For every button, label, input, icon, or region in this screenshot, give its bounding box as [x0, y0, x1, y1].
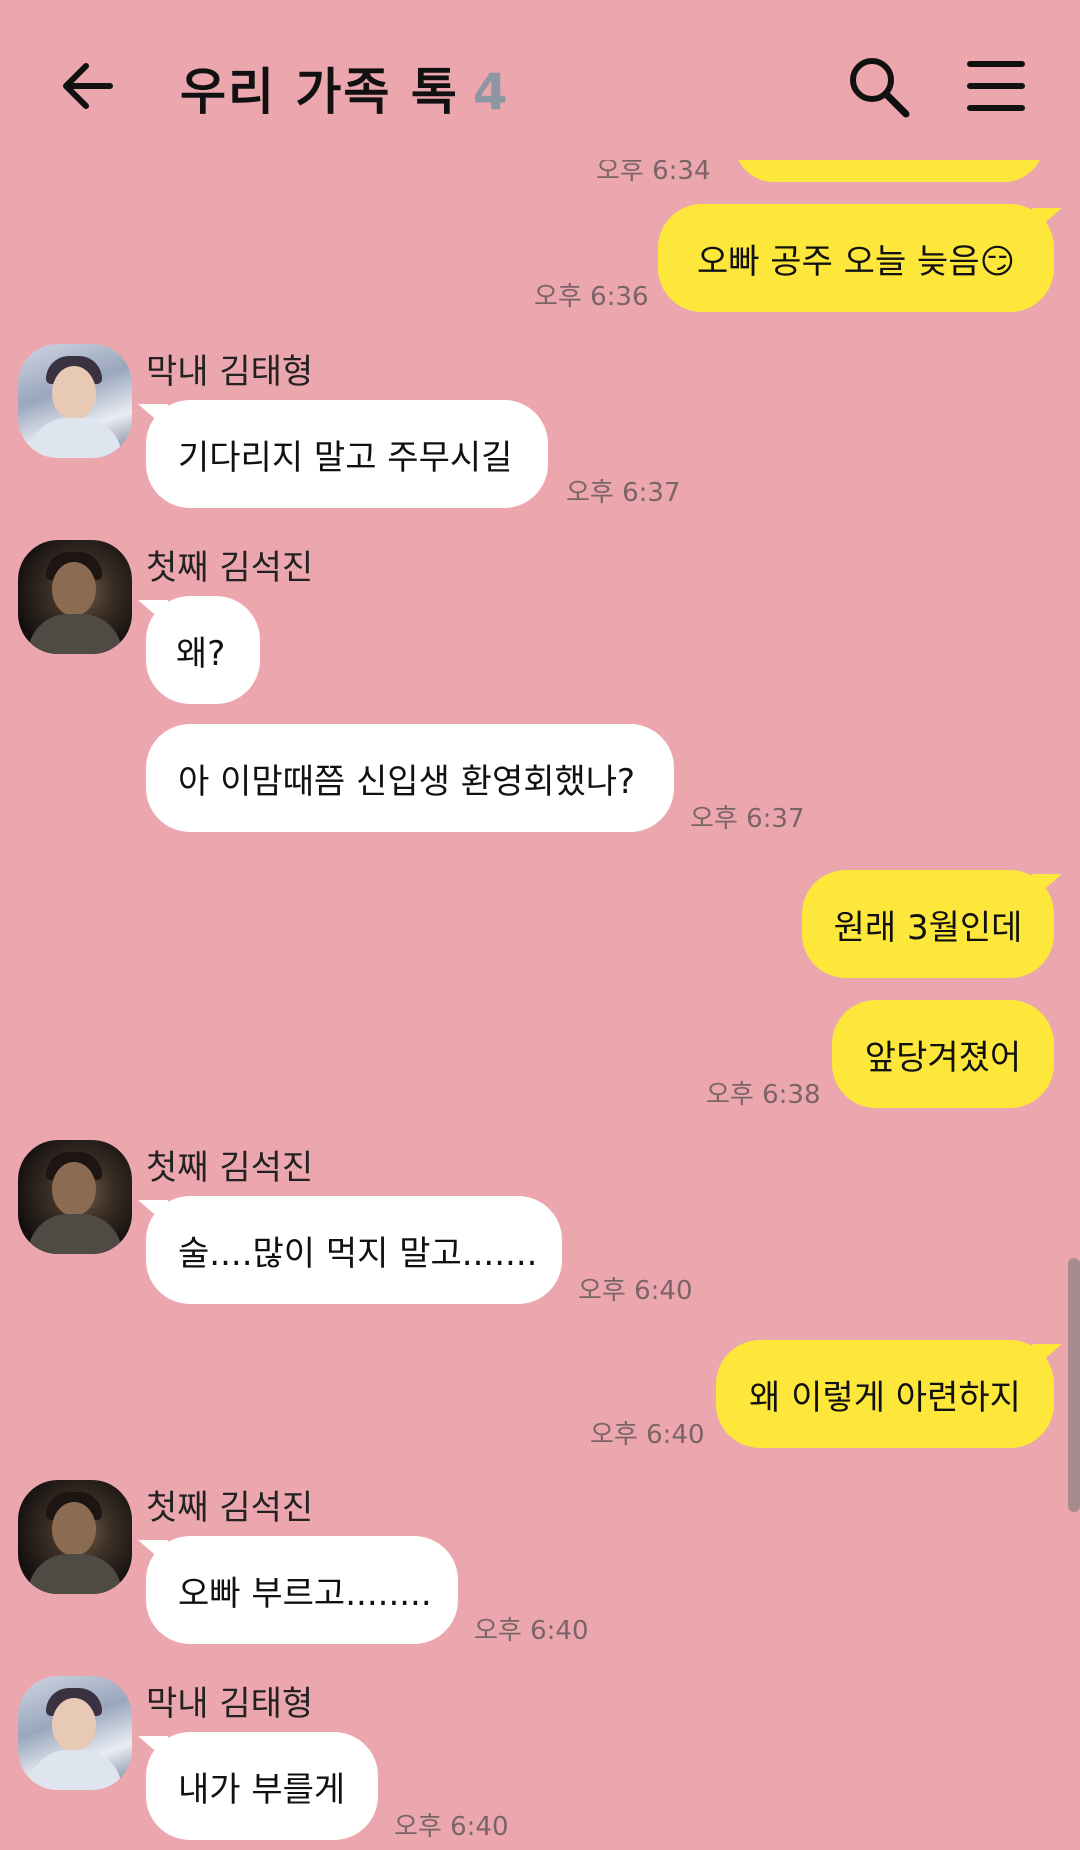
- scrollbar[interactable]: [1068, 1258, 1080, 1512]
- message-text: 오빠 부르고........: [178, 1573, 432, 1614]
- sender-name: 첫째 김석진: [146, 1488, 314, 1528]
- their-message-bubble[interactable]: 아 이맘때쯤 신입생 환영회했나?: [146, 724, 674, 832]
- search-button[interactable]: [844, 52, 914, 122]
- my-message-bubble[interactable]: 원래 3월인데: [802, 870, 1062, 978]
- chat-room-name: 우리 가족 톡: [180, 63, 459, 121]
- message-time: 오후 6:40: [590, 1420, 705, 1450]
- menu-button[interactable]: [966, 58, 1026, 114]
- message-time: 오후 6:37: [566, 478, 681, 508]
- message-text: 왜 이렇게 아련하지: [749, 1377, 1021, 1418]
- sender-name: 첫째 김석진: [146, 548, 314, 588]
- my-message-bubble[interactable]: 오빠 공주 오늘 늦음😏: [658, 204, 1062, 312]
- message-text: 앞당겨졌어: [864, 1037, 1022, 1078]
- message-time: 오후 6:38: [706, 1080, 821, 1110]
- message-text: 기다리지 말고 주무시길: [178, 437, 513, 478]
- avatar-taehyung[interactable]: [18, 1676, 132, 1790]
- message-text: 원래 3월인데: [833, 907, 1023, 948]
- their-message-bubble[interactable]: 기다리지 말고 주무시길: [138, 400, 548, 508]
- sender-name: 막내 김태형: [146, 352, 314, 392]
- message-text: 오빠 공주 오늘 늦음😏: [696, 241, 1016, 282]
- my-message-bubble[interactable]: 왜 이렇게 아련하지: [716, 1340, 1062, 1448]
- message-list[interactable]: 오후 6:34 오빠 공주 오늘 늦음😏 오후 6:36 막내 김태형 기다리지…: [0, 0, 1080, 1850]
- sender-name: 막내 김태형: [146, 1684, 314, 1724]
- sender-name: 첫째 김석진: [146, 1148, 314, 1188]
- avatar-seokjin[interactable]: [18, 1480, 132, 1594]
- message-text: 왜?: [176, 633, 226, 674]
- arrow-left-icon: [63, 63, 113, 109]
- their-message-bubble[interactable]: 왜?: [138, 596, 260, 704]
- my-message-bubble[interactable]: 앞당겨졌어: [832, 1000, 1054, 1108]
- message-time: 오후 6:37: [690, 804, 805, 834]
- message-text: 아 이맘때쯤 신입생 환영회했나?: [178, 761, 636, 802]
- avatar-seokjin[interactable]: [18, 1140, 132, 1254]
- avatar-taehyung[interactable]: [18, 344, 132, 458]
- chat-title: 우리 가족 톡4: [180, 52, 510, 124]
- hamburger-menu-icon: [967, 61, 1025, 111]
- message-time: 오후 6:40: [394, 1812, 509, 1842]
- message-time: 오후 6:40: [474, 1616, 589, 1646]
- message-text: 술....많이 먹지 말고.......: [178, 1233, 538, 1274]
- back-button[interactable]: [58, 56, 118, 116]
- search-icon: [850, 58, 910, 118]
- chat-header: 우리 가족 톡4: [0, 0, 1080, 160]
- message-text: 내가 부를게: [178, 1769, 346, 1810]
- their-message-bubble[interactable]: 오빠 부르고........: [138, 1536, 458, 1644]
- message-time: 오후 6:40: [578, 1276, 693, 1306]
- message-time: 오후 6:36: [534, 282, 649, 312]
- their-message-bubble[interactable]: 술....많이 먹지 말고.......: [138, 1196, 562, 1304]
- member-count: 4: [472, 63, 510, 121]
- their-message-bubble[interactable]: 내가 부를게: [138, 1732, 378, 1840]
- avatar-seokjin[interactable]: [18, 540, 132, 654]
